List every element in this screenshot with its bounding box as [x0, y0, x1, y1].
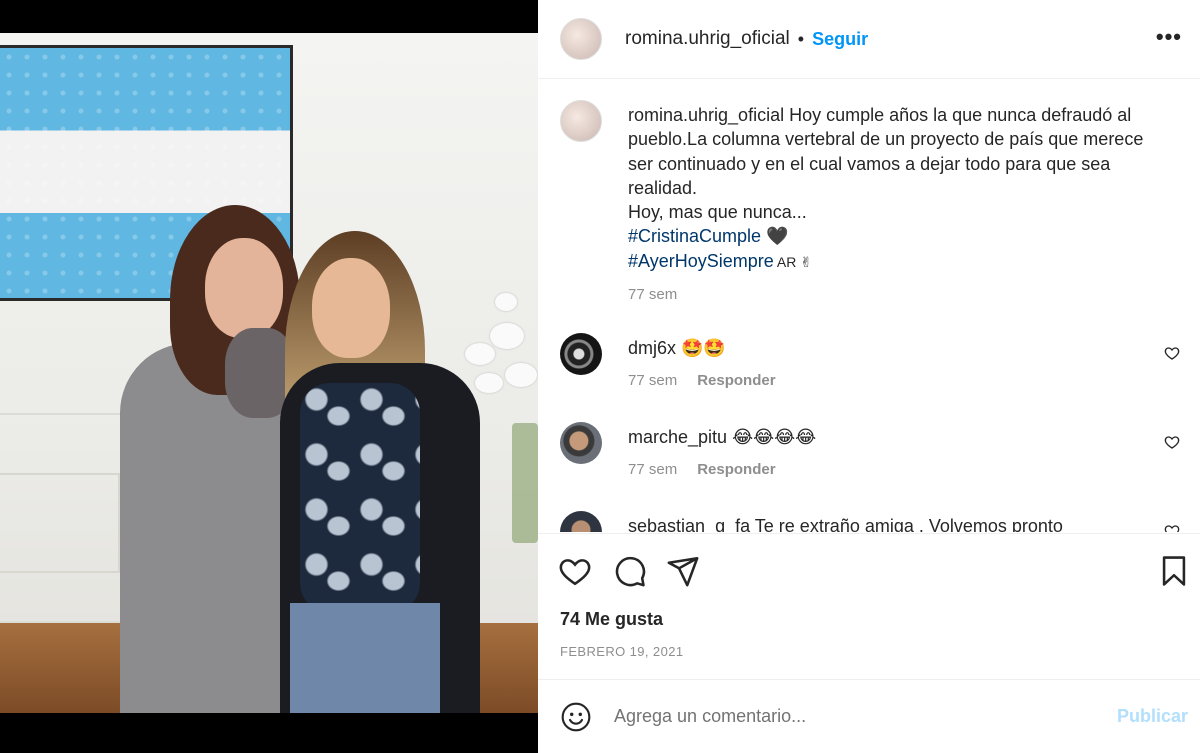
comment-composer: Publicar [538, 679, 1200, 753]
commenter-avatar[interactable] [560, 333, 602, 375]
comment-username[interactable]: sebastian_g_fa [628, 516, 750, 532]
comment-text: 😂😂😂😂 [727, 427, 817, 447]
follow-button[interactable]: Seguir [812, 29, 868, 50]
photo-wainscot-inner [0, 473, 120, 573]
like-comment-heart-icon[interactable] [1164, 345, 1180, 361]
comment-time[interactable]: 77 sem [628, 458, 677, 482]
post-details-panel: romina.uhrig_oficial • Seguir ••• romina… [538, 0, 1200, 753]
photo-person-left-face [205, 238, 283, 338]
comment-input[interactable] [614, 706, 1084, 727]
caption-time[interactable]: 77 sem [628, 283, 677, 307]
post-actions: 74 Me gusta FEBRERO 19, 2021 [538, 533, 1200, 679]
publish-button[interactable]: Publicar [1117, 706, 1188, 727]
more-options-icon[interactable]: ••• [1156, 24, 1182, 50]
post-photo-panel [0, 0, 538, 753]
like-comment-heart-icon[interactable] [1164, 434, 1180, 450]
author-avatar[interactable] [560, 18, 602, 60]
hashtag-link[interactable]: #AyerHoySiempre [628, 251, 774, 271]
hashtag-link[interactable]: #CristinaCumple [628, 226, 761, 246]
comment-item: dmj6x 🤩🤩 77 sem Responder [560, 333, 1190, 394]
post-header: romina.uhrig_oficial • Seguir ••• [538, 0, 1200, 79]
caption: romina.uhrig_oficial Hoy cumple años la … [560, 100, 1190, 307]
comment-item: marche_pitu 😂😂😂😂 77 sem Responder [560, 422, 1190, 483]
separator-dot: • [797, 28, 805, 49]
like-comment-heart-icon[interactable] [1164, 523, 1180, 532]
caption-username[interactable]: romina.uhrig_oficial [628, 105, 784, 125]
emoji-icon[interactable] [560, 701, 592, 733]
photo-person-right-jeans [290, 603, 440, 713]
author-username[interactable]: romina.uhrig_oficial [625, 28, 790, 50]
post-photo[interactable] [0, 33, 538, 713]
save-bookmark-icon[interactable] [1157, 554, 1191, 588]
caption-avatar[interactable] [560, 100, 602, 142]
comment-bubble-icon[interactable] [613, 554, 647, 588]
comment-text: 🤩🤩 [676, 338, 726, 358]
comment-username[interactable]: marche_pitu [628, 427, 727, 447]
reply-button[interactable]: Responder [697, 369, 775, 393]
comment-username[interactable]: dmj6x [628, 338, 676, 358]
photo-person-right-face [312, 258, 390, 358]
comment-time[interactable]: 77 sem [628, 369, 677, 393]
commenter-avatar[interactable] [560, 422, 602, 464]
share-paper-plane-icon[interactable] [666, 554, 700, 588]
hashtag-suffix: 🖤 [761, 226, 789, 247]
comment-text: Te re extraño amiga . Volvemos pronto [750, 516, 1063, 532]
hashtag-suffix: AR ✌ [773, 253, 812, 270]
likes-count[interactable]: 74 Me gusta [560, 609, 663, 630]
commenter-avatar[interactable] [560, 511, 602, 532]
post-date[interactable]: FEBRERO 19, 2021 [560, 644, 683, 659]
like-heart-icon[interactable] [558, 554, 592, 588]
photo-person-right-shirt [300, 383, 420, 613]
caption-line2: Hoy, mas que nunca... [628, 202, 807, 223]
comments-list[interactable]: romina.uhrig_oficial Hoy cumple años la … [538, 80, 1200, 532]
comment-item: sebastian_g_fa Te re extraño amiga . Vol… [560, 511, 1190, 532]
reply-button[interactable]: Responder [697, 458, 775, 482]
